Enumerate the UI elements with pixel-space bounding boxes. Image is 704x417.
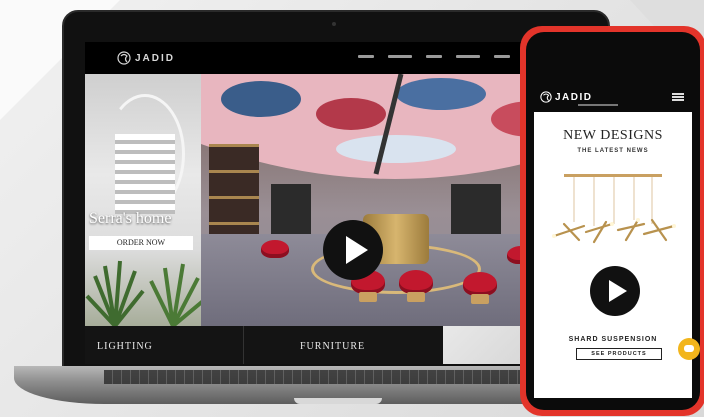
nav-item[interactable] bbox=[426, 55, 442, 58]
logo-mark-icon bbox=[540, 91, 552, 103]
see-products-button[interactable]: SEE PRODUCTS bbox=[576, 348, 662, 360]
plant-image bbox=[85, 260, 145, 326]
logo-mark-icon bbox=[117, 51, 131, 65]
hero-banner: Serra's home ORDER NOW bbox=[85, 74, 590, 326]
mobile-subtitle: THE LATEST NEWS bbox=[577, 148, 649, 154]
stool-base bbox=[407, 292, 425, 302]
product-name: SHARD SUSPENSION bbox=[568, 336, 658, 343]
site-header: JADID bbox=[85, 42, 590, 74]
category-divider bbox=[243, 326, 244, 364]
hero-image-staircase bbox=[85, 74, 203, 326]
site-logo[interactable]: JADID bbox=[117, 51, 175, 65]
chat-icon[interactable] bbox=[678, 338, 700, 360]
hamburger-menu-icon[interactable] bbox=[672, 93, 684, 101]
red-stool bbox=[261, 240, 289, 258]
laptop-screen: JADID Serra's home ORDER NOW LIGHTING FU… bbox=[85, 42, 590, 364]
nav-item[interactable] bbox=[358, 55, 374, 58]
nav-item[interactable] bbox=[388, 55, 412, 58]
stool-base bbox=[471, 294, 489, 304]
category-furniture[interactable]: FURNITURE bbox=[300, 341, 365, 352]
red-stool bbox=[463, 272, 497, 296]
mobile-title: NEW DESIGNS bbox=[563, 128, 663, 143]
play-video-button[interactable] bbox=[323, 220, 383, 280]
logo-text: JADID bbox=[555, 91, 593, 103]
laptop-notch bbox=[294, 398, 382, 404]
plant-image bbox=[149, 263, 203, 326]
order-now-button[interactable]: ORDER NOW bbox=[89, 236, 193, 250]
chandelier-image bbox=[552, 174, 676, 244]
logo-text: JADID bbox=[135, 52, 176, 64]
red-stool bbox=[399, 270, 433, 294]
mobile-header: JADID bbox=[534, 82, 692, 112]
staircase-steps bbox=[115, 134, 175, 214]
stool-base bbox=[359, 292, 377, 302]
mobile-play-button[interactable] bbox=[590, 266, 640, 316]
logo-tagline bbox=[578, 104, 618, 106]
laptop-keyboard bbox=[104, 370, 564, 384]
category-bar: LIGHTING FURNITURE bbox=[85, 326, 590, 364]
nav-item[interactable] bbox=[494, 55, 510, 58]
hero-title: Serra's home bbox=[89, 210, 172, 227]
category-lighting[interactable]: LIGHTING bbox=[97, 341, 153, 352]
phone-screen: JADID NEW DESIGNS THE LATEST NEWS SHARD … bbox=[534, 82, 692, 398]
laptop-camera bbox=[332, 22, 336, 26]
nav-item[interactable] bbox=[456, 55, 480, 58]
mobile-logo[interactable]: JADID bbox=[540, 91, 593, 103]
